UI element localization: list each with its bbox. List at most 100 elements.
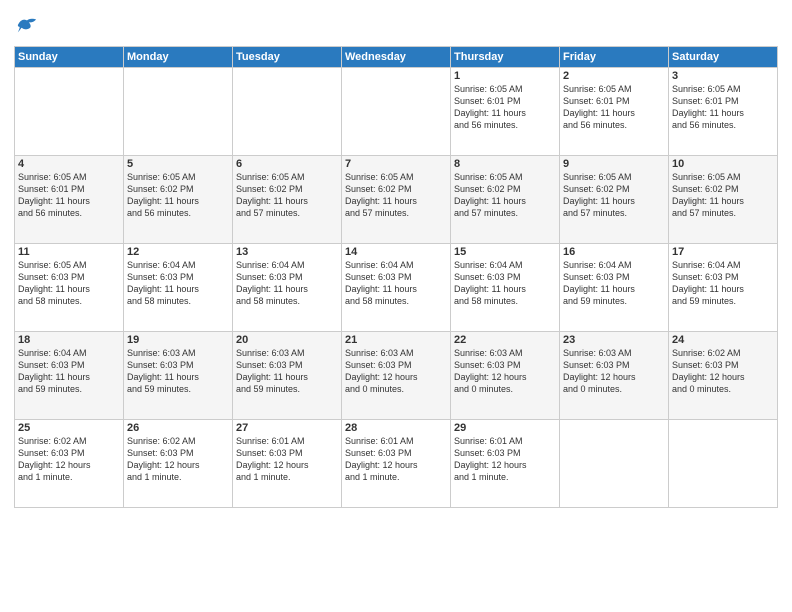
day-number: 28 [345,422,447,434]
day-number: 20 [236,334,338,346]
day-info: Sunrise: 6:05 AM Sunset: 6:02 PM Dayligh… [454,171,556,220]
logo-text [14,14,38,40]
day-info: Sunrise: 6:03 AM Sunset: 6:03 PM Dayligh… [563,347,665,396]
day-info: Sunrise: 6:05 AM Sunset: 6:02 PM Dayligh… [672,171,774,220]
day-number: 14 [345,246,447,258]
day-info: Sunrise: 6:01 AM Sunset: 6:03 PM Dayligh… [454,435,556,484]
day-cell: 17Sunrise: 6:04 AM Sunset: 6:03 PM Dayli… [669,243,778,331]
day-cell [342,67,451,155]
day-cell: 13Sunrise: 6:04 AM Sunset: 6:03 PM Dayli… [233,243,342,331]
week-row-4: 18Sunrise: 6:04 AM Sunset: 6:03 PM Dayli… [15,331,778,419]
day-number: 29 [454,422,556,434]
day-info: Sunrise: 6:03 AM Sunset: 6:03 PM Dayligh… [236,347,338,396]
day-info: Sunrise: 6:04 AM Sunset: 6:03 PM Dayligh… [672,259,774,308]
day-number: 8 [454,158,556,170]
day-number: 12 [127,246,229,258]
day-cell: 20Sunrise: 6:03 AM Sunset: 6:03 PM Dayli… [233,331,342,419]
day-info: Sunrise: 6:01 AM Sunset: 6:03 PM Dayligh… [345,435,447,484]
day-info: Sunrise: 6:02 AM Sunset: 6:03 PM Dayligh… [18,435,120,484]
week-row-3: 11Sunrise: 6:05 AM Sunset: 6:03 PM Dayli… [15,243,778,331]
day-info: Sunrise: 6:02 AM Sunset: 6:03 PM Dayligh… [127,435,229,484]
day-cell: 19Sunrise: 6:03 AM Sunset: 6:03 PM Dayli… [124,331,233,419]
day-number: 4 [18,158,120,170]
day-cell [124,67,233,155]
day-cell: 25Sunrise: 6:02 AM Sunset: 6:03 PM Dayli… [15,419,124,507]
header [14,10,778,40]
day-number: 9 [563,158,665,170]
day-cell: 23Sunrise: 6:03 AM Sunset: 6:03 PM Dayli… [560,331,669,419]
day-cell: 1Sunrise: 6:05 AM Sunset: 6:01 PM Daylig… [451,67,560,155]
day-cell: 10Sunrise: 6:05 AM Sunset: 6:02 PM Dayli… [669,155,778,243]
day-cell: 3Sunrise: 6:05 AM Sunset: 6:01 PM Daylig… [669,67,778,155]
day-cell: 18Sunrise: 6:04 AM Sunset: 6:03 PM Dayli… [15,331,124,419]
day-number: 17 [672,246,774,258]
header-row: SundayMondayTuesdayWednesdayThursdayFrid… [15,46,778,67]
header-cell-sunday: Sunday [15,46,124,67]
header-cell-thursday: Thursday [451,46,560,67]
calendar-header: SundayMondayTuesdayWednesdayThursdayFrid… [15,46,778,67]
logo [14,14,38,40]
day-cell: 11Sunrise: 6:05 AM Sunset: 6:03 PM Dayli… [15,243,124,331]
day-number: 22 [454,334,556,346]
day-cell: 12Sunrise: 6:04 AM Sunset: 6:03 PM Dayli… [124,243,233,331]
day-number: 21 [345,334,447,346]
day-cell [560,419,669,507]
week-row-5: 25Sunrise: 6:02 AM Sunset: 6:03 PM Dayli… [15,419,778,507]
day-info: Sunrise: 6:05 AM Sunset: 6:02 PM Dayligh… [563,171,665,220]
day-cell: 9Sunrise: 6:05 AM Sunset: 6:02 PM Daylig… [560,155,669,243]
day-info: Sunrise: 6:05 AM Sunset: 6:01 PM Dayligh… [18,171,120,220]
day-info: Sunrise: 6:02 AM Sunset: 6:03 PM Dayligh… [672,347,774,396]
day-cell [233,67,342,155]
week-row-2: 4Sunrise: 6:05 AM Sunset: 6:01 PM Daylig… [15,155,778,243]
day-number: 19 [127,334,229,346]
day-number: 10 [672,158,774,170]
header-cell-saturday: Saturday [669,46,778,67]
day-number: 27 [236,422,338,434]
day-info: Sunrise: 6:05 AM Sunset: 6:01 PM Dayligh… [563,83,665,132]
day-number: 18 [18,334,120,346]
day-number: 3 [672,70,774,82]
day-cell: 7Sunrise: 6:05 AM Sunset: 6:02 PM Daylig… [342,155,451,243]
day-info: Sunrise: 6:05 AM Sunset: 6:02 PM Dayligh… [127,171,229,220]
day-number: 26 [127,422,229,434]
day-cell: 4Sunrise: 6:05 AM Sunset: 6:01 PM Daylig… [15,155,124,243]
day-info: Sunrise: 6:03 AM Sunset: 6:03 PM Dayligh… [454,347,556,396]
day-number: 6 [236,158,338,170]
day-cell [15,67,124,155]
day-info: Sunrise: 6:03 AM Sunset: 6:03 PM Dayligh… [345,347,447,396]
day-number: 24 [672,334,774,346]
day-cell: 26Sunrise: 6:02 AM Sunset: 6:03 PM Dayli… [124,419,233,507]
day-number: 25 [18,422,120,434]
day-cell: 24Sunrise: 6:02 AM Sunset: 6:03 PM Dayli… [669,331,778,419]
calendar-table: SundayMondayTuesdayWednesdayThursdayFrid… [14,46,778,508]
day-info: Sunrise: 6:04 AM Sunset: 6:03 PM Dayligh… [127,259,229,308]
day-number: 15 [454,246,556,258]
day-info: Sunrise: 6:05 AM Sunset: 6:03 PM Dayligh… [18,259,120,308]
day-cell: 15Sunrise: 6:04 AM Sunset: 6:03 PM Dayli… [451,243,560,331]
day-info: Sunrise: 6:03 AM Sunset: 6:03 PM Dayligh… [127,347,229,396]
day-number: 23 [563,334,665,346]
day-info: Sunrise: 6:04 AM Sunset: 6:03 PM Dayligh… [18,347,120,396]
day-cell: 16Sunrise: 6:04 AM Sunset: 6:03 PM Dayli… [560,243,669,331]
header-cell-tuesday: Tuesday [233,46,342,67]
day-cell [669,419,778,507]
day-info: Sunrise: 6:01 AM Sunset: 6:03 PM Dayligh… [236,435,338,484]
day-cell: 28Sunrise: 6:01 AM Sunset: 6:03 PM Dayli… [342,419,451,507]
day-info: Sunrise: 6:05 AM Sunset: 6:02 PM Dayligh… [236,171,338,220]
day-cell: 22Sunrise: 6:03 AM Sunset: 6:03 PM Dayli… [451,331,560,419]
day-number: 13 [236,246,338,258]
day-info: Sunrise: 6:04 AM Sunset: 6:03 PM Dayligh… [236,259,338,308]
day-cell: 2Sunrise: 6:05 AM Sunset: 6:01 PM Daylig… [560,67,669,155]
day-info: Sunrise: 6:04 AM Sunset: 6:03 PM Dayligh… [563,259,665,308]
header-cell-friday: Friday [560,46,669,67]
day-cell: 21Sunrise: 6:03 AM Sunset: 6:03 PM Dayli… [342,331,451,419]
day-cell: 8Sunrise: 6:05 AM Sunset: 6:02 PM Daylig… [451,155,560,243]
day-info: Sunrise: 6:04 AM Sunset: 6:03 PM Dayligh… [345,259,447,308]
day-cell: 27Sunrise: 6:01 AM Sunset: 6:03 PM Dayli… [233,419,342,507]
day-number: 1 [454,70,556,82]
page: SundayMondayTuesdayWednesdayThursdayFrid… [0,0,792,612]
day-info: Sunrise: 6:05 AM Sunset: 6:01 PM Dayligh… [672,83,774,132]
day-cell: 29Sunrise: 6:01 AM Sunset: 6:03 PM Dayli… [451,419,560,507]
day-info: Sunrise: 6:05 AM Sunset: 6:01 PM Dayligh… [454,83,556,132]
day-number: 7 [345,158,447,170]
